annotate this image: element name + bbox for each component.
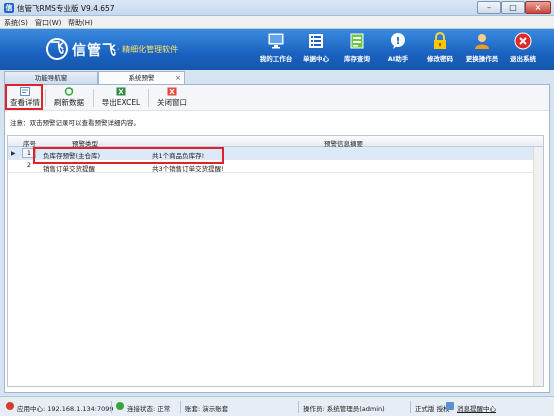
status-bar: 应用中心: 192.168.1.134:7099 连接状态: 正常 账套: 演示… <box>0 396 554 416</box>
tool-exit[interactable]: 退出系统 <box>501 32 545 68</box>
warning-grid: 序号 预警类型 预警信息摘要 ▶ 1 负库存预警(主仓库) 共1个商品负库存! … <box>7 135 544 387</box>
refresh-icon <box>64 87 74 96</box>
user-icon <box>475 34 489 49</box>
excel-icon <box>116 87 126 96</box>
tool-switch-operator[interactable]: 更换操作员 <box>460 32 504 68</box>
notice-text: 注意：双击预警记录可以查看预警详细内容。 <box>10 119 140 127</box>
toolbar-separator <box>45 89 46 107</box>
close-window-button[interactable]: × <box>525 1 551 14</box>
brand-logo-icon: 飞 <box>46 38 68 60</box>
tool-ai-assistant[interactable]: ! AI助手 <box>376 32 420 68</box>
minimize-button[interactable]: – <box>477 1 501 14</box>
tab-function-navigation[interactable]: 功能导航窗 <box>4 71 98 84</box>
document-list-icon <box>309 34 323 48</box>
row-pointer-icon: ▶ <box>11 150 16 157</box>
inventory-icon <box>350 33 364 49</box>
toolbar-separator <box>93 89 94 107</box>
menu-help[interactable]: 帮助(H) <box>68 18 93 28</box>
tool-exit-label: 退出系统 <box>510 55 536 63</box>
export-excel-label: 导出EXCEL <box>101 98 141 107</box>
tab-close-icon[interactable]: × <box>175 72 181 84</box>
export-excel-button[interactable]: 导出EXCEL <box>97 87 145 109</box>
window-title: 信管飞RMS专业版 V9.4.657 <box>17 4 115 13</box>
menu-system[interactable]: 系统(S) <box>4 18 28 28</box>
refresh-data-button[interactable]: 刷新数据 <box>49 87 89 109</box>
menu-window[interactable]: 窗口(W) <box>35 18 61 28</box>
menu-bar: 系统(S) 窗口(W) 帮助(H) <box>0 16 554 29</box>
tool-operator-label: 更换操作员 <box>465 55 499 63</box>
tab-system-warning[interactable]: 系统预警 × <box>98 71 185 84</box>
svg-text:!: ! <box>396 36 401 47</box>
close-window-label: 关闭窗口 <box>157 98 187 107</box>
close-icon <box>167 87 177 96</box>
message-icon <box>446 402 454 410</box>
lock-icon <box>434 32 446 49</box>
grid-header: 序号 预警类型 预警信息摘要 <box>8 136 543 148</box>
status-license[interactable]: 正式版 授权 <box>415 403 450 413</box>
message-center-link[interactable]: 消息提醒中心 <box>457 403 496 413</box>
connection-ok-icon <box>116 402 124 410</box>
tool-documents-label: 单据中心 <box>303 55 329 63</box>
brand-name: 信管飞 <box>72 43 117 59</box>
app-logo-icon: 信 <box>4 3 14 13</box>
app-center-icon <box>6 402 14 410</box>
row-highlight <box>33 147 224 164</box>
status-divider <box>111 401 112 413</box>
window-titlebar: 信 信管飞RMS专业版 V9.4.657 – □ × <box>0 0 554 16</box>
app-banner: 飞 信管飞 · 精细化管理软件 我的工作台 单据中心 库存查询 ! AI助手 修… <box>0 29 554 70</box>
ai-assistant-icon: ! <box>391 33 405 49</box>
tool-change-password[interactable]: 修改密码 <box>418 32 462 68</box>
close-window-toolbar-button[interactable]: 关闭窗口 <box>152 87 192 109</box>
tool-inventory-label: 库存查询 <box>344 55 370 63</box>
warning-panel: 查看详情 刷新数据 导出EXCEL 关闭窗口 注意：双击预警记录可以查看预警详细… <box>4 84 550 393</box>
status-account: 账套: 演示账套 <box>185 405 229 413</box>
tool-password-label: 修改密码 <box>427 55 453 63</box>
status-divider <box>180 401 181 413</box>
tool-workbench-label: 我的工作台 <box>259 55 293 63</box>
view-details-highlight <box>5 84 43 110</box>
tab-strip: 功能导航窗 系统预警 × <box>0 70 554 84</box>
tab-function-navigation-label: 功能导航窗 <box>34 74 68 82</box>
refresh-data-label: 刷新数据 <box>54 98 84 107</box>
tool-inventory[interactable]: 库存查询 <box>335 32 379 68</box>
exit-icon <box>514 32 532 50</box>
status-divider <box>410 401 411 413</box>
maximize-button[interactable]: □ <box>501 1 525 14</box>
status-connection: 连接状态: 正常 <box>127 405 171 413</box>
status-operator: 操作员: 系统管理员(admin) <box>303 405 385 413</box>
vertical-scrollbar[interactable] <box>533 147 543 386</box>
status-divider <box>298 401 299 413</box>
cell-warning-summary: 共3个销售订单交货提醒! <box>152 165 224 173</box>
tab-system-warning-label: 系统预警 <box>128 74 155 82</box>
brand-slogan: · 精细化管理软件 <box>117 45 179 54</box>
status-app-center: 应用中心: 192.168.1.134:7099 <box>17 405 114 413</box>
tool-workbench[interactable]: 我的工作台 <box>254 32 298 68</box>
tool-documents[interactable]: 单据中心 <box>294 32 338 68</box>
monitor-icon <box>268 33 284 49</box>
cell-warning-type: 销售订单交货提醒 <box>43 165 95 173</box>
panel-toolbar: 查看详情 刷新数据 导出EXCEL 关闭窗口 <box>5 85 549 111</box>
toolbar-separator <box>148 89 149 107</box>
tool-ai-label: AI助手 <box>387 55 409 63</box>
